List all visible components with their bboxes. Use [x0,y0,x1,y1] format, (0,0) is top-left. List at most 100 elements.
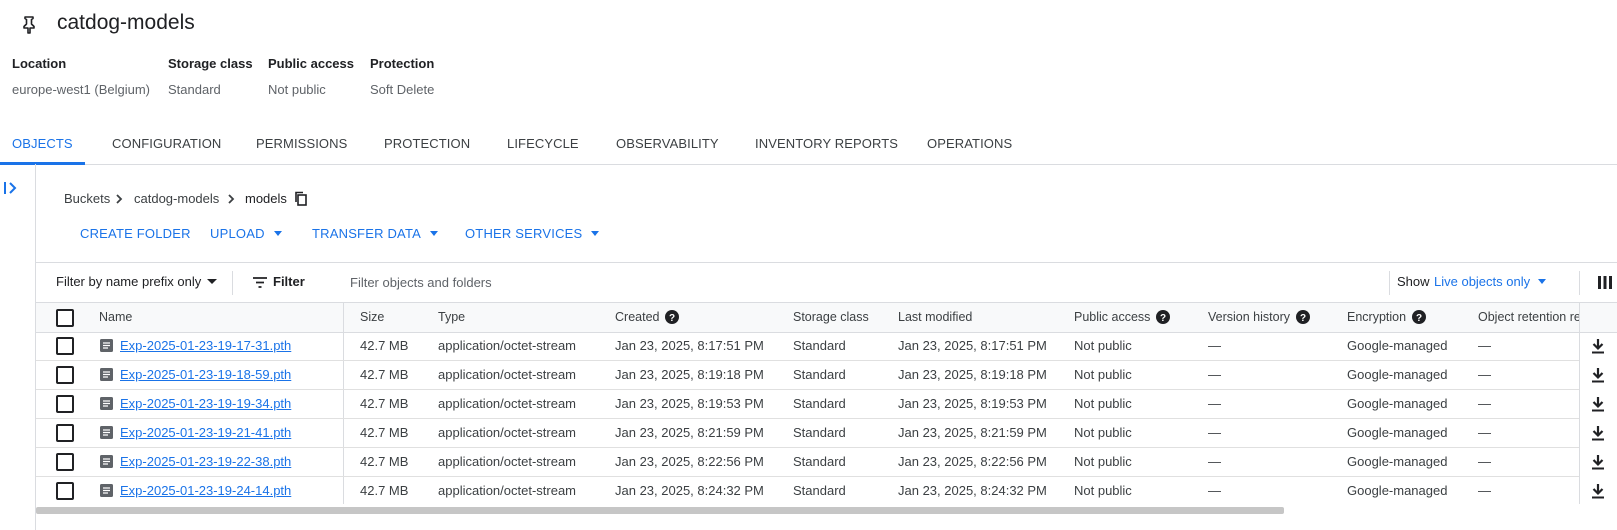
object-link[interactable]: Exp-2025-01-23-19-18-59.pth [120,367,291,382]
object-name[interactable]: Exp-2025-01-23-19-24-14.pth [120,477,291,504]
tab-permissions[interactable]: PERMISSIONS [256,124,347,164]
column-display-icon[interactable] [1598,276,1612,289]
object-created: Jan 23, 2025, 8:22:56 PM [615,454,764,469]
object-link[interactable]: Exp-2025-01-23-19-21-41.pth [120,425,291,440]
tab-operations[interactable]: OPERATIONS [927,124,1012,164]
table-row[interactable]: Exp-2025-01-23-19-24-14.pth 42.7 MB appl… [36,477,1617,504]
column-header-encryption[interactable]: Encryption? [1347,303,1427,332]
object-link[interactable]: Exp-2025-01-23-19-17-31.pth [120,338,291,353]
filter-bar: Filter by name prefix only Filter Show L… [36,262,1617,303]
object-name[interactable]: Exp-2025-01-23-19-21-41.pth [120,419,291,447]
object-type: application/octet-stream [438,367,577,382]
column-header-object-retention[interactable]: Object retention re [1478,303,1581,332]
tab-observability[interactable]: OBSERVABILITY [616,124,719,164]
meta-label: Storage class [168,56,253,71]
object-version-history: — [1208,425,1221,440]
object-retention: — [1478,483,1491,498]
download-icon[interactable] [1591,483,1605,499]
object-last-modified: Jan 23, 2025, 8:21:59 PM [898,425,1047,440]
row-checkbox[interactable] [56,482,74,500]
object-link[interactable]: Exp-2025-01-23-19-24-14.pth [120,483,291,498]
file-icon [100,397,113,410]
create-folder-button[interactable]: CREATE FOLDER [80,226,191,241]
column-header-version-history[interactable]: Version history? [1208,303,1310,332]
help-icon[interactable]: ? [1156,310,1171,324]
table-row[interactable]: Exp-2025-01-23-19-22-38.pth 42.7 MB appl… [36,448,1617,477]
file-icon [100,368,113,381]
tab-lifecycle[interactable]: LIFECYCLE [507,124,579,164]
object-public-access: Not public [1074,338,1132,353]
caret-down-icon [207,279,218,284]
object-public-access: Not public [1074,483,1132,498]
column-header-name[interactable]: Name [99,303,132,332]
svg-text:?: ? [1160,313,1166,324]
object-name[interactable]: Exp-2025-01-23-19-22-38.pth [120,448,291,476]
filter-icon[interactable] [253,277,267,288]
object-created: Jan 23, 2025, 8:21:59 PM [615,425,764,440]
object-version-history: — [1208,396,1221,411]
select-all-checkbox[interactable] [56,309,74,327]
column-header-storage-class[interactable]: Storage class [793,303,869,332]
object-name[interactable]: Exp-2025-01-23-19-17-31.pth [120,332,291,360]
table-row[interactable]: Exp-2025-01-23-19-18-59.pth 42.7 MB appl… [36,361,1617,390]
filter-label[interactable]: Filter [273,274,305,289]
table-row[interactable]: Exp-2025-01-23-19-21-41.pth 42.7 MB appl… [36,419,1617,448]
row-checkbox[interactable] [56,395,74,413]
download-icon[interactable] [1591,454,1605,470]
transfer-data-button[interactable]: TRANSFER DATA [312,226,439,241]
filter-input[interactable] [350,271,950,293]
column-header-public-access[interactable]: Public access? [1074,303,1171,332]
tab-configuration[interactable]: CONFIGURATION [112,124,221,164]
help-icon[interactable]: ? [665,310,680,324]
column-header-created[interactable]: Created? [615,303,680,332]
help-icon[interactable]: ? [1412,310,1427,324]
version-history-label: Version history [1208,310,1290,324]
download-icon[interactable] [1591,425,1605,441]
scrollbar-thumb[interactable] [36,507,1284,514]
object-storage-class: Standard [793,483,846,498]
download-icon[interactable] [1591,367,1605,383]
tab-inventory-reports[interactable]: INVENTORY REPORTS [755,124,898,164]
breadcrumb-bucket[interactable]: catdog-models [134,191,219,206]
column-header-type[interactable]: Type [438,303,465,332]
other-services-button[interactable]: OTHER SERVICES [465,226,600,241]
side-panel-rail [0,164,36,530]
object-link[interactable]: Exp-2025-01-23-19-22-38.pth [120,454,291,469]
tab-protection[interactable]: PROTECTION [384,124,470,164]
upload-button[interactable]: UPLOAD [210,226,282,241]
table-row[interactable]: Exp-2025-01-23-19-17-31.pth 42.7 MB appl… [36,332,1617,361]
row-checkbox[interactable] [56,453,74,471]
prefix-filter-dropdown[interactable]: Filter by name prefix only [56,274,218,289]
object-name[interactable]: Exp-2025-01-23-19-18-59.pth [120,361,291,389]
object-size: 42.7 MB [360,425,409,440]
breadcrumb-buckets[interactable]: Buckets [64,191,110,206]
download-column-header [1580,302,1617,333]
row-checkbox[interactable] [56,337,74,355]
object-created: Jan 23, 2025, 8:19:53 PM [615,396,764,411]
object-type: application/octet-stream [438,396,577,411]
row-checkbox[interactable] [56,424,74,442]
horizontal-scrollbar[interactable] [36,506,1617,516]
object-version-history: — [1208,367,1221,382]
object-size: 42.7 MB [360,338,409,353]
table-row[interactable]: Exp-2025-01-23-19-19-34.pth 42.7 MB appl… [36,390,1617,419]
column-header-last-modified[interactable]: Last modified [898,303,972,332]
object-name[interactable]: Exp-2025-01-23-19-19-34.pth [120,390,291,418]
object-created: Jan 23, 2025, 8:17:51 PM [615,338,764,353]
table-header: Name Size Type Created? Storage class La… [36,302,1617,333]
object-link[interactable]: Exp-2025-01-23-19-19-34.pth [120,396,291,411]
help-icon[interactable]: ? [1295,310,1310,324]
object-encryption: Google-managed [1347,454,1448,469]
download-icon[interactable] [1591,396,1605,412]
column-header-size[interactable]: Size [360,303,384,332]
show-dropdown[interactable]: Live objects only [1434,274,1547,289]
download-icon[interactable] [1591,338,1605,354]
copy-icon[interactable] [294,191,307,206]
pin-icon[interactable] [22,16,36,34]
object-last-modified: Jan 23, 2025, 8:19:18 PM [898,367,1047,382]
tab-objects[interactable]: OBJECTS [0,124,85,165]
meta-value: Soft Delete [370,82,435,97]
expand-panel-icon[interactable] [3,180,19,196]
show-value: Live objects only [1434,274,1531,289]
row-checkbox[interactable] [56,366,74,384]
